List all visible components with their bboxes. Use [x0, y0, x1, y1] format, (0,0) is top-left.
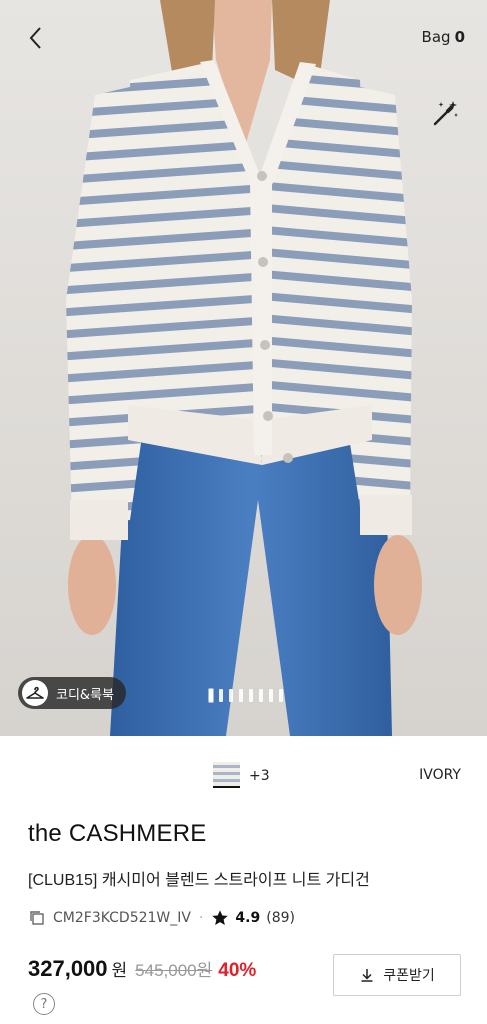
copy-icon[interactable] [28, 909, 46, 927]
product-image[interactable]: Bag 0 코디&룩북 [0, 0, 487, 736]
color-options: +3 IVORY [0, 760, 487, 794]
color-swatch-ivory[interactable] [213, 762, 240, 788]
review-count[interactable]: (89) [266, 910, 295, 926]
help-icon[interactable]: ? [33, 993, 55, 1015]
bag-count: 0 [454, 28, 465, 46]
discount-rate: 40% [218, 960, 257, 981]
pager-dot[interactable] [249, 689, 253, 702]
bag-button[interactable]: Bag 0 [422, 28, 465, 46]
pager-dot[interactable] [279, 689, 283, 702]
product-photo [66, 0, 422, 736]
product-name: [CLUB15] 캐시미어 블렌드 스트라이프 니트 가디건 [28, 872, 370, 889]
back-button[interactable] [20, 22, 52, 54]
original-price: 545,000원 [135, 961, 213, 980]
coupon-label: 쿠폰받기 [383, 968, 435, 984]
pager-dot[interactable] [219, 689, 223, 702]
pager-dot[interactable] [269, 689, 273, 702]
magic-wand-icon [433, 101, 458, 126]
chevron-left-icon [29, 27, 41, 49]
product-meta: CM2F3KCD521W_IV · 4.9 (89) [28, 906, 295, 930]
star-icon [212, 910, 229, 926]
magic-wand-button[interactable] [429, 98, 461, 130]
rating-value: 4.9 [235, 910, 261, 926]
pager-dot[interactable] [209, 689, 213, 702]
download-icon [361, 969, 373, 982]
image-pager[interactable] [209, 689, 283, 702]
pager-dot[interactable] [239, 689, 243, 702]
coupon-button[interactable]: 쿠폰받기 [333, 954, 461, 996]
bag-label: Bag [421, 28, 451, 46]
selected-color-name: IVORY [419, 767, 461, 783]
pager-dot[interactable] [229, 689, 233, 702]
coordi-label: 코디&룩북 [56, 687, 114, 703]
more-colors[interactable]: +3 [249, 768, 270, 784]
coordi-lookbook-button[interactable]: 코디&룩북 [18, 677, 126, 709]
sale-price: 327,000 [28, 956, 108, 981]
currency-unit: 원 [111, 961, 128, 980]
product-code: CM2F3KCD521W_IV [53, 910, 191, 926]
brand-name[interactable]: the CASHMERE [28, 820, 206, 848]
hanger-icon [22, 680, 48, 706]
meta-separator: · [198, 910, 204, 926]
price-row: 327,000 원 545,000원 40% [28, 956, 256, 990]
pager-dot[interactable] [259, 689, 263, 702]
